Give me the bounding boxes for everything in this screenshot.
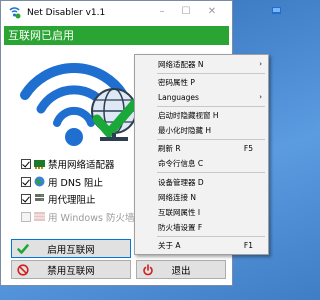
- menu-label: Languages: [158, 93, 199, 102]
- close-button[interactable]: ✕: [201, 4, 223, 20]
- menu-item-internet-properties[interactable]: 互联网属性 I: [135, 206, 268, 219]
- exit-button[interactable]: 退出: [136, 260, 226, 279]
- options-menu: 网络适配器 N › 密码属性 P Languages › 启动时隐藏视窗 H 最…: [134, 54, 269, 255]
- menu-separator: [157, 236, 265, 237]
- dns-block-label: 用 DNS 阻止: [48, 177, 103, 189]
- menu-item-about[interactable]: 关于 A F1: [135, 239, 268, 252]
- disable-internet-label: 禁用互联网: [47, 265, 95, 277]
- menu-separator: [157, 139, 265, 140]
- menu-shortcut: F1: [243, 241, 253, 250]
- window-title: Net Disabler v1.1: [27, 7, 106, 18]
- menu-label: 密码属性 P: [158, 78, 195, 87]
- menu-label: 关于 A: [158, 241, 181, 250]
- disable-adapter-checkbox[interactable]: [21, 158, 31, 169]
- proxy-block-checkbox[interactable]: [21, 193, 31, 204]
- menu-label: 互联网属性 I: [158, 208, 201, 217]
- menu-item-network-adapter[interactable]: 网络适配器 N ›: [135, 58, 268, 71]
- option-firewall-block: 用 Windows 防火墙阻: [21, 209, 144, 224]
- status-banner: 互联网已启用: [4, 26, 229, 45]
- app-logo-icon: [9, 7, 21, 19]
- power-icon: [143, 264, 153, 276]
- menu-item-network-connections[interactable]: 网络连接 N: [135, 191, 268, 204]
- minimize-button[interactable]: –: [151, 4, 173, 20]
- option-proxy-block[interactable]: 用代理阻止: [21, 191, 96, 206]
- menu-item-startup-hide[interactable]: 启动时隐藏视窗 H: [135, 109, 268, 122]
- menu-label: 设备管理器 D: [158, 178, 204, 187]
- menu-separator: [157, 106, 265, 107]
- menu-item-device-manager[interactable]: 设备管理器 D: [135, 176, 268, 189]
- title-bar[interactable]: Net Disabler v1.1 – ☐ ✕: [1, 1, 232, 24]
- disable-adapter-label: 禁用网络适配器: [48, 159, 115, 171]
- menu-label: 启动时隐藏视窗 H: [158, 111, 219, 120]
- block-icon: [17, 264, 29, 276]
- globe-icon: [34, 176, 45, 187]
- network-status-icon: [20, 63, 140, 146]
- menu-shortcut: F5: [243, 144, 253, 153]
- option-dns-block[interactable]: 用 DNS 阻止: [21, 174, 103, 189]
- dns-block-checkbox[interactable]: [21, 176, 31, 187]
- menu-item-refresh[interactable]: 刷新 R F5: [135, 142, 268, 155]
- network-adapter-icon: [34, 160, 45, 169]
- menu-label: 刷新 R: [158, 144, 181, 153]
- proxy-block-label: 用代理阻止: [48, 194, 96, 206]
- proxy-icon: [35, 194, 44, 201]
- chevron-right-icon: ›: [259, 93, 262, 101]
- firewall-block-checkbox: [21, 211, 31, 222]
- menu-item-minimize-hide[interactable]: 最小化时隐藏 H: [135, 124, 268, 137]
- disable-internet-button[interactable]: 禁用互联网: [11, 260, 131, 279]
- menu-label: 网络适配器 N: [158, 60, 204, 69]
- menu-label: 网络连接 N: [158, 193, 196, 202]
- enable-internet-button[interactable]: 启用互联网: [11, 239, 131, 258]
- menu-separator: [157, 172, 265, 173]
- maximize-button[interactable]: ☐: [175, 4, 197, 20]
- firewall-icon: [34, 212, 45, 221]
- check-icon: [17, 244, 29, 254]
- menu-label: 命令行信息 C: [158, 159, 204, 168]
- exit-label: 退出: [171, 265, 191, 277]
- menu-separator: [157, 73, 265, 74]
- menu-label: 防火墙设置 F: [158, 223, 203, 232]
- firewall-block-label: 用 Windows 防火墙阻: [48, 212, 144, 224]
- menu-label: 最小化时隐藏 H: [158, 126, 212, 135]
- menu-item-languages[interactable]: Languages ›: [135, 91, 268, 104]
- desktop-shortcut-icon[interactable]: [272, 6, 281, 15]
- menu-item-password[interactable]: 密码属性 P: [135, 76, 268, 89]
- menu-item-cmd-info[interactable]: 命令行信息 C: [135, 157, 268, 170]
- chevron-right-icon: ›: [259, 60, 262, 68]
- menu-item-firewall-settings[interactable]: 防火墙设置 F: [135, 221, 268, 234]
- enable-internet-label: 启用互联网: [47, 244, 95, 256]
- option-disable-adapter[interactable]: 禁用网络适配器: [21, 156, 115, 171]
